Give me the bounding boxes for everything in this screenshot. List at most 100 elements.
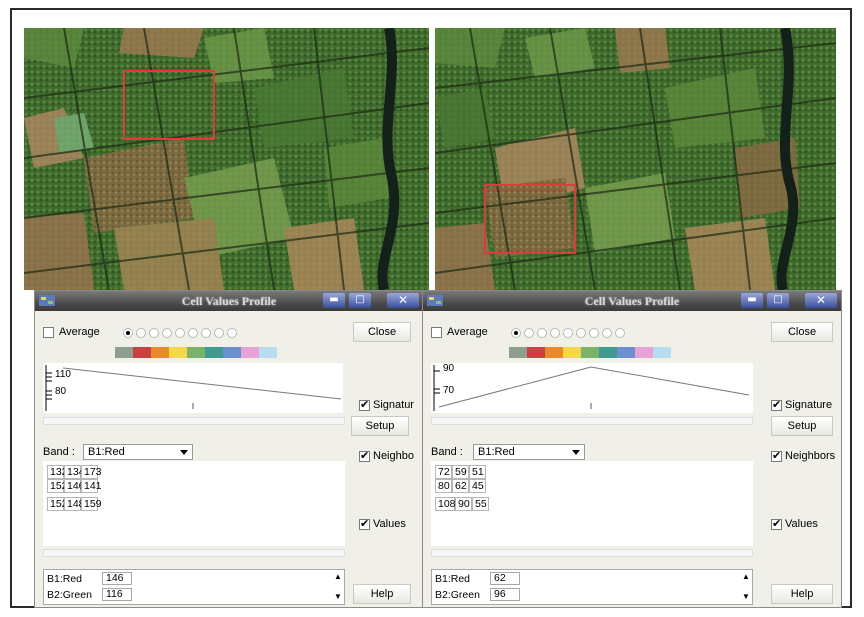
title-bar[interactable]: Cell Values Profile ▬ □ ✕ bbox=[35, 291, 423, 311]
list-item-value: 116 bbox=[102, 588, 132, 601]
band-radio-5[interactable] bbox=[563, 328, 573, 338]
y-tick-70: 70 bbox=[443, 385, 455, 396]
grid-cell: 141 bbox=[81, 479, 102, 493]
profile-plot[interactable]: 110 80 bbox=[43, 363, 343, 413]
signature-checkbox[interactable]: ✔ bbox=[771, 399, 782, 411]
maximize-button[interactable]: □ bbox=[767, 293, 789, 308]
grid-cell: 152 bbox=[47, 479, 68, 493]
help-button[interactable]: Help bbox=[353, 584, 411, 604]
neighbors-label: Neighbo bbox=[373, 450, 414, 462]
average-checkbox[interactable] bbox=[431, 327, 442, 338]
satellite-image-left[interactable] bbox=[24, 28, 429, 290]
band-radio-1[interactable] bbox=[123, 328, 133, 338]
band-radio-1[interactable] bbox=[511, 328, 521, 338]
scroll-down-icon[interactable]: ▼ bbox=[332, 592, 344, 602]
swatch-9 bbox=[653, 347, 671, 358]
band-radio-8[interactable] bbox=[602, 328, 612, 338]
grid-cell: 55 bbox=[472, 497, 489, 511]
signature-label: Signature bbox=[785, 399, 833, 411]
swatch-3 bbox=[545, 347, 563, 358]
neighborhood-grid: 132 134 173 152 146 141 152 148 159 bbox=[43, 461, 345, 546]
neighborhood-grid: 72 59 51 80 62 45 108 90 55 bbox=[431, 461, 753, 546]
band-radio-7[interactable] bbox=[201, 328, 211, 338]
y-tick-80: 80 bbox=[55, 386, 67, 397]
cell-values-profile-window-left: Cell Values Profile ▬ □ ✕ Average Close … bbox=[34, 290, 424, 608]
grid-cell: 108 bbox=[435, 497, 456, 511]
grid-scrollbar[interactable] bbox=[43, 549, 345, 557]
scroll-up-icon[interactable]: ▲ bbox=[332, 572, 344, 582]
band-radio-9[interactable] bbox=[615, 328, 625, 338]
band-radio-4[interactable] bbox=[162, 328, 172, 338]
close-icon: ✕ bbox=[815, 293, 827, 307]
swatch-9 bbox=[259, 347, 277, 358]
close-window-button[interactable]: ✕ bbox=[805, 293, 837, 308]
maximize-icon: □ bbox=[773, 294, 783, 305]
band-radio-9[interactable] bbox=[227, 328, 237, 338]
maximize-icon: □ bbox=[355, 294, 365, 305]
band-dropdown[interactable]: B1:Red bbox=[83, 444, 193, 460]
profile-plot[interactable]: 90 70 bbox=[431, 363, 753, 413]
minimize-button[interactable]: ▬ bbox=[323, 293, 345, 308]
band-radio-4[interactable] bbox=[550, 328, 560, 338]
signature-label: Signatur bbox=[373, 399, 414, 411]
grid-cell: 80 bbox=[435, 479, 452, 493]
band-radio-6[interactable] bbox=[576, 328, 586, 338]
setup-button[interactable]: Setup bbox=[351, 416, 409, 436]
average-label: Average bbox=[447, 326, 488, 338]
list-item-value: 146 bbox=[102, 572, 132, 585]
swatch-1 bbox=[115, 347, 133, 358]
scroll-up-icon[interactable]: ▲ bbox=[740, 572, 752, 582]
values-checkbox[interactable]: ✔ bbox=[359, 518, 370, 530]
plot-scrollbar[interactable] bbox=[431, 417, 753, 425]
swatch-2 bbox=[527, 347, 545, 358]
band-label: Band : bbox=[431, 446, 463, 458]
neighbors-label: Neighbors bbox=[785, 450, 836, 462]
grid-cell: 132 bbox=[47, 465, 68, 479]
list-item-band: B2:Green bbox=[47, 589, 92, 601]
swatch-6 bbox=[205, 347, 223, 358]
grid-cell: 51 bbox=[469, 465, 486, 479]
grid-scrollbar[interactable] bbox=[431, 549, 753, 557]
neighbors-checkbox[interactable]: ✔ bbox=[771, 450, 782, 462]
close-window-button[interactable]: ✕ bbox=[387, 293, 419, 308]
close-icon: ✕ bbox=[397, 293, 409, 307]
close-button[interactable]: Close bbox=[353, 322, 411, 342]
band-radio-2[interactable] bbox=[136, 328, 146, 338]
band-dropdown[interactable]: B1:Red bbox=[473, 444, 585, 460]
band-values-list[interactable]: B1:Red 62 B2:Green 96 ▲ ▼ bbox=[431, 569, 753, 605]
band-radio-6[interactable] bbox=[188, 328, 198, 338]
swatch-8 bbox=[241, 347, 259, 358]
help-button[interactable]: Help bbox=[771, 584, 833, 604]
roi-rectangle-right[interactable] bbox=[484, 184, 576, 254]
grid-cell: 148 bbox=[64, 497, 85, 511]
y-tick-90: 90 bbox=[443, 363, 455, 374]
band-values-list[interactable]: B1:Red 146 B2:Green 116 ▲ ▼ bbox=[43, 569, 345, 605]
scroll-down-icon[interactable]: ▼ bbox=[740, 592, 752, 602]
average-checkbox[interactable] bbox=[43, 327, 54, 338]
values-label: Values bbox=[785, 518, 818, 530]
list-item-band: B1:Red bbox=[435, 573, 471, 585]
satellite-image-right[interactable] bbox=[435, 28, 836, 290]
band-radio-2[interactable] bbox=[524, 328, 534, 338]
minimize-button[interactable]: ▬ bbox=[741, 293, 763, 308]
band-radio-7[interactable] bbox=[589, 328, 599, 338]
plot-scrollbar[interactable] bbox=[43, 417, 345, 425]
band-radio-3[interactable] bbox=[537, 328, 547, 338]
swatch-4 bbox=[169, 347, 187, 358]
roi-rectangle-left[interactable] bbox=[123, 70, 215, 140]
title-bar[interactable]: Cell Values Profile ▬ □ ✕ bbox=[423, 291, 841, 311]
setup-button[interactable]: Setup bbox=[771, 416, 833, 436]
grid-cell: 134 bbox=[64, 465, 85, 479]
signature-checkbox[interactable]: ✔ bbox=[359, 399, 370, 411]
band-radio-5[interactable] bbox=[175, 328, 185, 338]
neighbors-checkbox[interactable]: ✔ bbox=[359, 450, 370, 462]
close-button[interactable]: Close bbox=[771, 322, 833, 342]
maximize-button[interactable]: □ bbox=[349, 293, 371, 308]
swatch-2 bbox=[133, 347, 151, 358]
swatch-4 bbox=[563, 347, 581, 358]
band-radio-8[interactable] bbox=[214, 328, 224, 338]
values-checkbox[interactable]: ✔ bbox=[771, 518, 782, 530]
band-radio-3[interactable] bbox=[149, 328, 159, 338]
swatch-5 bbox=[581, 347, 599, 358]
grid-cell: 59 bbox=[452, 465, 469, 479]
